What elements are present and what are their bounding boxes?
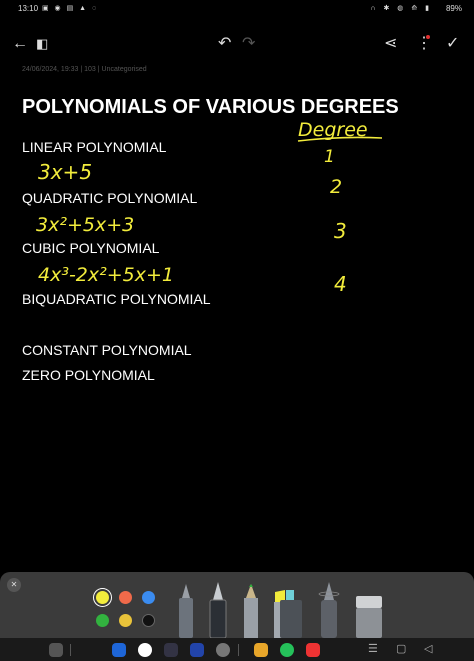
color-swatch-black[interactable]: [142, 614, 155, 627]
app-messages-icon[interactable]: [112, 643, 126, 657]
app-gallery-icon[interactable]: [190, 643, 204, 657]
color-swatch-green[interactable]: [96, 614, 109, 627]
handwriting-degree-4: 4: [334, 272, 347, 296]
navigation-bar: ☰ ▢ ◁: [0, 638, 474, 661]
handwriting-layer: Degree 3x+5 3x²+5x+3 4x³-2x²+5x+1 1 2 3 …: [36, 119, 383, 296]
pen-toolbar: ✕: [0, 572, 474, 638]
eraser-icon[interactable]: [356, 596, 382, 638]
app-youtube-icon[interactable]: [306, 643, 320, 657]
color-swatch-blue[interactable]: [142, 591, 155, 604]
pencil-icon[interactable]: [244, 584, 258, 638]
ballpoint-pen-icon[interactable]: [179, 584, 193, 638]
back-button-icon[interactable]: ◁: [424, 642, 432, 655]
section-constant: CONSTANT POLYNOMIAL: [22, 342, 192, 358]
color-swatch-gold[interactable]: [119, 614, 132, 627]
app-notes-icon[interactable]: [254, 643, 268, 657]
handwriting-degree-2: 2: [330, 176, 342, 198]
handwriting-linear: 3x+5: [38, 160, 92, 184]
color-swatch-red[interactable]: [119, 591, 132, 604]
dock-divider: [238, 644, 239, 656]
app-whatsapp-icon[interactable]: [280, 643, 294, 657]
app-camera-icon[interactable]: [164, 643, 178, 657]
handwriting-quadratic: 3x²+5x+3: [36, 214, 134, 236]
recents-button-icon[interactable]: ☰: [368, 642, 378, 655]
app-settings-icon[interactable]: [216, 643, 230, 657]
handwriting-degree-1: 1: [324, 147, 335, 167]
calligraphy-pen-icon[interactable]: [318, 582, 340, 638]
section-zero: ZERO POLYNOMIAL: [22, 367, 155, 383]
home-button-icon[interactable]: ▢: [396, 642, 406, 655]
close-icon[interactable]: ✕: [7, 578, 21, 592]
app-chrome-icon[interactable]: [138, 643, 152, 657]
dock-divider: [70, 644, 71, 656]
color-swatch-yellow[interactable]: [96, 591, 109, 604]
handwriting-cubic: 4x³-2x²+5x+1: [38, 264, 174, 286]
app-drawer-icon[interactable]: [49, 643, 63, 657]
handwriting-degree-3: 3: [334, 219, 347, 243]
pen-tools: [179, 582, 382, 638]
fountain-pen-icon[interactable]: [209, 582, 227, 638]
